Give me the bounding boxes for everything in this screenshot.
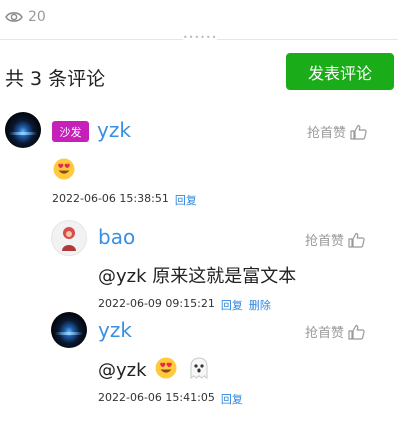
divider-dots: •••••••• [183, 35, 217, 41]
like-button[interactable]: 抢首赞 [307, 122, 367, 141]
comment-text: @yzk [98, 360, 147, 381]
thumbs-up-icon [348, 324, 365, 340]
heart-eyes-emoji-icon [53, 158, 75, 185]
thumbs-up-icon [348, 232, 365, 248]
comment-username[interactable]: bao [98, 225, 135, 249]
like-label: 抢首赞 [305, 234, 345, 249]
comment-content: @yzk [98, 357, 209, 384]
avatar[interactable] [51, 312, 87, 348]
comment-content [53, 158, 75, 185]
comment-meta: 2022-06-06 15:41:05 回复 [98, 391, 243, 407]
comment-meta: 2022-06-06 15:38:51 回复 [52, 192, 197, 208]
comment-text: @yzk 原来这就是富文本 [98, 266, 297, 287]
view-count-value: 20 [28, 9, 46, 25]
avatar[interactable] [51, 220, 87, 256]
sofa-badge: 沙发 [52, 121, 89, 142]
delete-link[interactable]: 删除 [249, 297, 271, 313]
reply-link[interactable]: 回复 [175, 192, 197, 208]
thumbs-up-icon [350, 124, 367, 140]
heart-eyes-emoji-icon [155, 357, 177, 384]
comment-timestamp: 2022-06-06 15:41:05 [98, 391, 215, 404]
comment-content: @yzk 原来这就是富文本 [98, 262, 296, 288]
comment-timestamp: 2022-06-09 09:15:21 [98, 297, 215, 310]
like-label: 抢首赞 [307, 126, 347, 141]
reply-link[interactable]: 回复 [221, 297, 243, 313]
reply-link[interactable]: 回复 [221, 391, 243, 407]
ghost-emoji-icon [189, 357, 209, 384]
comment-meta: 2022-06-09 09:15:21 回复 删除 [98, 297, 271, 313]
like-button[interactable]: 抢首赞 [305, 322, 365, 341]
view-count: 20 [5, 9, 46, 25]
publish-comment-button[interactable]: 发表评论 [286, 53, 394, 90]
comment-username[interactable]: yzk [98, 318, 132, 342]
avatar[interactable] [5, 112, 41, 148]
comment-timestamp: 2022-06-06 15:38:51 [52, 192, 169, 205]
eye-icon [5, 11, 23, 23]
comment-username[interactable]: yzk [97, 118, 131, 142]
avatar-figure-icon [62, 227, 76, 251]
comment-count-title: 共 3 条评论 [5, 68, 106, 90]
like-button[interactable]: 抢首赞 [305, 230, 365, 249]
like-label: 抢首赞 [305, 326, 345, 341]
